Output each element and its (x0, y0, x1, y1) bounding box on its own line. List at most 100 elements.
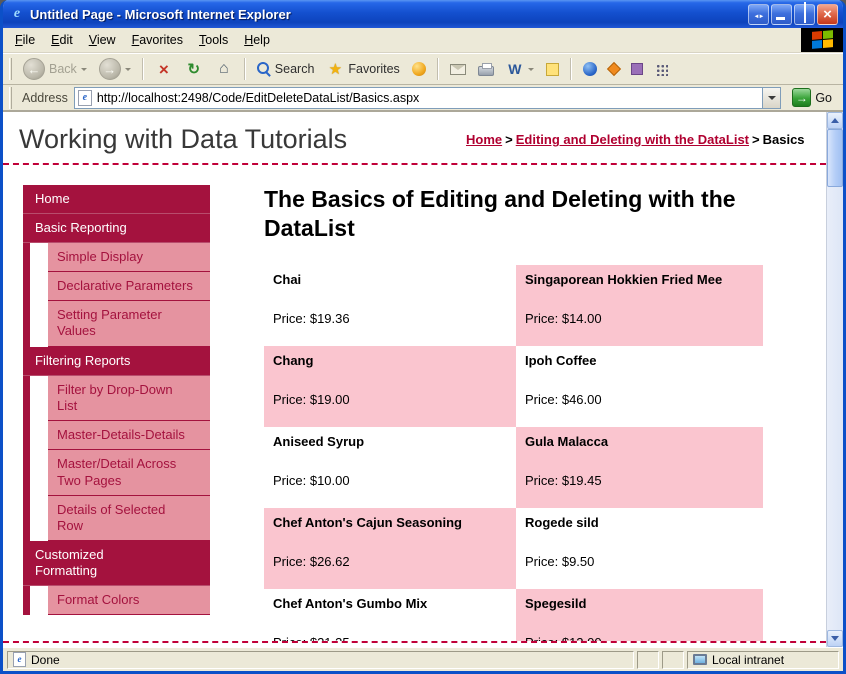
toolbar-separator (243, 58, 246, 80)
sidebar-item-details-of-selected-row[interactable]: Details of Selected Row (48, 495, 210, 542)
product-price: Price: $46.00 (525, 391, 602, 407)
product-cell: Chef Anton's Gumbo Mix Price: $21.35 (264, 588, 516, 647)
back-label: Back (49, 62, 77, 76)
sidebar-group: Simple Display Declarative Parameters Se… (23, 242, 210, 347)
window-arrows-button[interactable] (748, 3, 769, 25)
go-button[interactable]: Go (787, 88, 837, 107)
status-bar: Done Local intranet (3, 647, 843, 671)
product-price: Price: $26.62 (273, 553, 350, 569)
breadcrumb-link-section[interactable]: Editing and Deleting with the DataList (516, 132, 749, 147)
scrollbar-track[interactable] (827, 129, 843, 630)
product-cell: Rogede sild Price: $9.50 (516, 507, 763, 589)
intranet-zone-icon (693, 654, 707, 665)
address-bar: Address Go (3, 85, 843, 111)
maximize-button[interactable] (794, 3, 815, 25)
stop-button[interactable] (150, 58, 178, 80)
media-icon (411, 62, 426, 76)
addressbar-grip[interactable] (9, 86, 12, 109)
refresh-button[interactable] (180, 58, 208, 80)
msn-button[interactable] (626, 61, 648, 77)
sidebar-item-filter-by-dropdown-list[interactable]: Filter by Drop-Down List (48, 375, 210, 422)
forward-button[interactable] (94, 56, 136, 82)
scrollbar-thumb[interactable] (827, 129, 843, 187)
sidebar-nav: Home Basic Reporting Simple Display Decl… (23, 185, 210, 616)
ie-logo-icon[interactable] (9, 6, 25, 22)
sidebar-item-master-details-details[interactable]: Master-Details-Details (48, 421, 210, 451)
vertical-scrollbar[interactable] (826, 112, 843, 647)
product-name: Chang (273, 352, 314, 368)
window-title: Untitled Page - Microsoft Internet Explo… (30, 6, 291, 22)
back-button[interactable]: Back (18, 56, 92, 82)
search-button[interactable]: Search (252, 60, 320, 78)
sidebar-item-home[interactable]: Home (23, 185, 210, 214)
toolbar-grip[interactable] (9, 58, 12, 80)
product-price: Price: $19.36 (273, 310, 350, 326)
forward-icon (98, 58, 121, 80)
menu-bar: File Edit View Favorites Tools Help (3, 28, 843, 53)
discuss-note-icon (545, 62, 559, 76)
product-price: Price: $19.45 (525, 472, 602, 488)
sidebar-item-declarative-parameters[interactable]: Declarative Parameters (48, 271, 210, 302)
address-input[interactable] (91, 90, 763, 105)
product-cell: Singaporean Hokkien Fried Mee Price: $14… (516, 264, 763, 346)
breadcrumb: Home > Editing and Deleting with the DataL… (466, 124, 818, 155)
menu-edit[interactable]: Edit (43, 29, 81, 51)
sidebar-item-setting-parameter-values[interactable]: Setting Parameter Values (48, 301, 210, 347)
status-text: Done (31, 652, 60, 667)
status-pane-empty (662, 650, 684, 669)
product-name: Spegesild (525, 595, 587, 611)
product-name: Ipoh Coffee (525, 352, 597, 368)
address-dropdown-button[interactable] (762, 87, 781, 108)
triangle-up-icon (831, 118, 839, 123)
sidebar-item-filtering-reports[interactable]: Filtering Reports (23, 346, 210, 376)
research-button[interactable] (604, 61, 624, 77)
grid-dots-icon (654, 62, 668, 76)
product-name: Gula Malacca (525, 433, 609, 449)
menu-items: File Edit View Favorites Tools Help (3, 28, 278, 52)
product-name: Singaporean Hokkien Fried Mee (525, 271, 723, 287)
word-icon (506, 60, 524, 78)
scroll-up-button[interactable] (827, 112, 843, 129)
browser-window: Untitled Page - Microsoft Internet Explo… (0, 0, 846, 674)
sidebar-item-customized-formatting[interactable]: Customized Formatting (23, 541, 210, 587)
favorites-button[interactable]: Favorites (321, 58, 404, 80)
search-label: Search (274, 62, 315, 76)
content-viewport: Working with Data Tutorials Home > Editing… (3, 111, 843, 647)
page-header: Working with Data Tutorials Home > Editing… (3, 112, 826, 163)
sidebar-item-format-colors[interactable]: Format Colors (48, 586, 210, 616)
menu-favorites[interactable]: Favorites (124, 29, 191, 51)
menu-file[interactable]: File (7, 29, 43, 51)
product-price: Price: $14.00 (525, 310, 602, 326)
minimize-button[interactable] (771, 3, 792, 25)
media-button[interactable] (407, 60, 431, 78)
main-content: The Basics of Editing and Deleting with … (264, 185, 776, 647)
edit-with-word-button[interactable] (501, 58, 539, 80)
home-button[interactable] (210, 58, 238, 80)
sidebar-item-simple-display[interactable]: Simple Display (48, 242, 210, 272)
menu-view[interactable]: View (81, 29, 124, 51)
mail-button[interactable] (445, 62, 471, 77)
breadcrumb-link-home[interactable]: Home (466, 132, 502, 147)
close-button[interactable] (817, 3, 838, 25)
product-price: Price: $19.00 (273, 391, 350, 407)
mail-icon (449, 63, 466, 75)
sidebar-item-master-detail-two-pages[interactable]: Master/Detail Across Two Pages (48, 450, 210, 496)
print-button[interactable] (473, 60, 499, 78)
arrows-icon (754, 5, 764, 23)
product-cell: Chai Price: $19.36 (264, 264, 516, 346)
favorites-star-icon (326, 60, 344, 78)
back-dropdown-icon (80, 67, 87, 71)
product-datalist: Chai Price: $19.36 Singaporean Hokkien F… (264, 264, 776, 647)
menu-help[interactable]: Help (236, 29, 278, 51)
standard-toolbar: Back Search Favorites (3, 53, 843, 85)
toolbar-grid-button[interactable] (650, 61, 673, 78)
product-cell: Chef Anton's Cajun Seasoning Price: $26.… (264, 507, 516, 589)
scroll-down-button[interactable] (827, 630, 843, 647)
messenger-button[interactable] (578, 60, 602, 78)
menu-tools[interactable]: Tools (191, 29, 236, 51)
sidebar-item-basic-reporting[interactable]: Basic Reporting (23, 213, 210, 243)
refresh-icon (185, 60, 203, 78)
page-title: The Basics of Editing and Deleting with … (264, 186, 736, 241)
discuss-button[interactable] (541, 61, 564, 78)
address-field[interactable] (73, 86, 782, 109)
